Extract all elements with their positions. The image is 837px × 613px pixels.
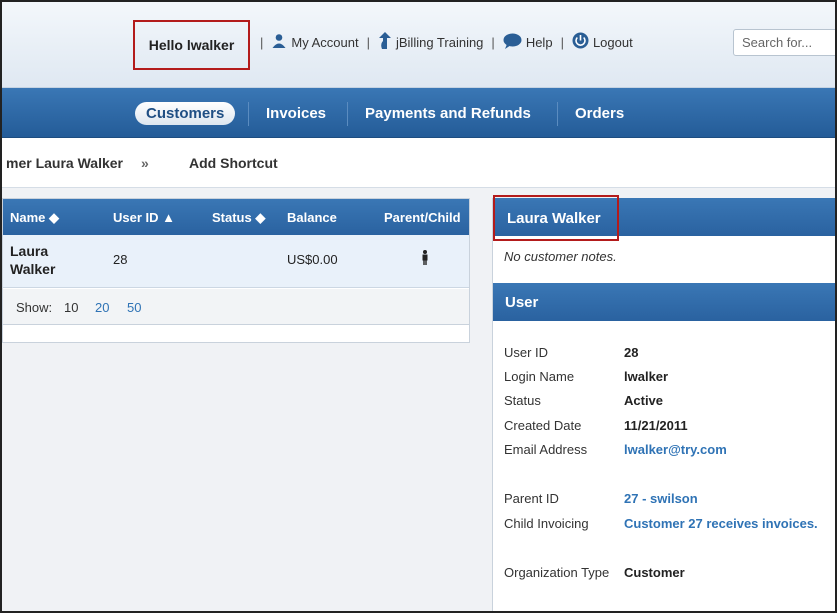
jbilling-training-label: jBilling Training (395, 34, 484, 50)
cell-user-id: 28 (113, 252, 128, 267)
field-label-child-invoicing: Child Invoicing (504, 516, 589, 531)
field-label-parent-id: Parent ID (504, 491, 559, 506)
page-size-20[interactable]: 20 (95, 300, 109, 315)
tab-customers-label: Customers (135, 101, 236, 125)
my-account-label: My Account (291, 34, 359, 50)
tab-payments-and-refunds[interactable]: Payments and Refunds (365, 88, 531, 138)
field-value-login-name: lwalker (624, 369, 669, 384)
user-section-header: User (493, 283, 835, 321)
nav-divider (248, 102, 249, 126)
app-window: Hello lwalker | My Account | jBilling Tr… (0, 0, 837, 613)
separator: | (560, 34, 564, 50)
child-invoicing-link[interactable]: Customer 27 receives invoices. (624, 516, 818, 531)
help-label: Help (525, 34, 553, 50)
add-shortcut-link[interactable]: Add Shortcut (189, 155, 278, 171)
breadcrumb-separator: » (141, 155, 149, 171)
logout-label: Logout (592, 34, 633, 50)
cell-name-line1[interactable]: Laura (10, 243, 48, 259)
field-label-created-date: Created Date (504, 418, 582, 433)
separator: | (260, 34, 264, 50)
speech-bubble-icon (503, 33, 522, 52)
field-label-status: Status (504, 393, 541, 408)
table-row[interactable]: Laura Walker 28 US$0.00 (3, 235, 469, 288)
separator: | (366, 34, 370, 50)
person-icon (421, 250, 429, 268)
tab-invoices[interactable]: Invoices (266, 88, 326, 138)
field-value-user-id: 28 (624, 345, 639, 360)
logout-link[interactable]: Logout (572, 32, 633, 52)
email-link[interactable]: lwalker@try.com (624, 442, 727, 457)
customer-details-panel: Laura Walker No customer notes. User Use… (492, 195, 835, 611)
separator: | (491, 34, 495, 50)
field-label-login-name: Login Name (504, 369, 575, 384)
cell-balance: US$0.00 (287, 252, 338, 267)
field-label-user-id: User ID (504, 345, 549, 360)
top-links: | My Account | jBilling Training | Help (252, 32, 633, 52)
page-size-10[interactable]: 10 (64, 300, 78, 315)
tab-customers[interactable]: Customers (135, 88, 236, 138)
nav-divider (557, 102, 558, 126)
column-name[interactable]: Name ◆ (10, 210, 59, 226)
help-link[interactable]: Help (503, 33, 553, 52)
table-header: Name ◆ User ID ▲ Status ◆ Balance Parent… (3, 199, 469, 235)
column-status[interactable]: Status ◆ (212, 210, 265, 226)
column-balance[interactable]: Balance (287, 210, 337, 225)
pager-label: Show: (16, 300, 53, 315)
greeting: Hello lwalker (133, 20, 250, 70)
parent-id-link[interactable]: 27 - swilson (624, 491, 698, 506)
tab-orders[interactable]: Orders (575, 88, 624, 138)
field-value-created-date: 11/21/2011 (624, 418, 688, 433)
page-size-50[interactable]: 50 (127, 300, 141, 315)
nav-divider (347, 102, 348, 126)
field-label-email: Email Address (504, 442, 588, 457)
cell-name-line2[interactable]: Walker (10, 261, 55, 277)
column-parent-child[interactable]: Parent/Child (384, 210, 461, 225)
customers-table: Name ◆ User ID ▲ Status ◆ Balance Parent… (2, 198, 470, 343)
pager: Show: 10 20 50 (3, 289, 469, 325)
breadcrumb: mer Laura Walker » Add Shortcut (2, 138, 835, 188)
power-icon (572, 32, 589, 52)
customer-name: Laura Walker (493, 195, 619, 241)
jbilling-training-link[interactable]: jBilling Training (378, 32, 483, 52)
main-nav: Customers Invoices Payments and Refunds … (2, 88, 835, 138)
field-value-status: Active (624, 393, 664, 408)
column-user-id[interactable]: User ID ▲ (113, 210, 175, 225)
field-label-organization-type: Organization Type (504, 565, 610, 580)
customer-header: Laura Walker (493, 195, 835, 241)
arrow-up-icon (378, 32, 392, 52)
breadcrumb-current[interactable]: mer Laura Walker (6, 155, 123, 171)
search-input[interactable] (733, 29, 835, 56)
user-icon (271, 33, 287, 52)
top-bar: Hello lwalker | My Account | jBilling Tr… (2, 2, 835, 88)
my-account-link[interactable]: My Account (271, 33, 359, 52)
field-value-organization-type: Customer (624, 565, 685, 580)
customer-notes: No customer notes. (504, 249, 617, 264)
